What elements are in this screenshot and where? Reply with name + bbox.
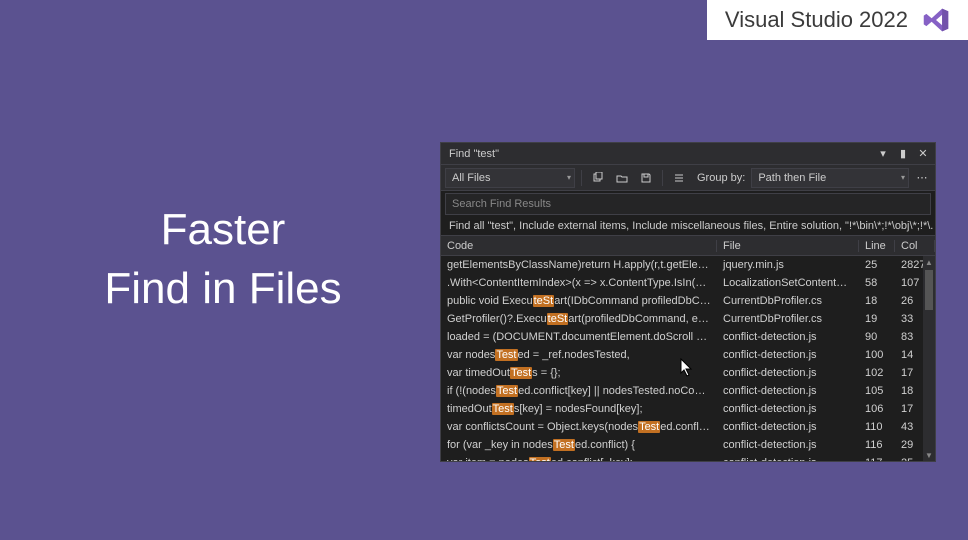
- table-row[interactable]: loaded = (DOCUMENT.documentElement.doScr…: [441, 328, 935, 346]
- cell-line: 117: [859, 457, 895, 461]
- table-row[interactable]: var conflictsCount = Object.keys(nodesTe…: [441, 418, 935, 436]
- filter-dropdown-value: All Files: [452, 172, 491, 184]
- cell-file: conflict-detection.js: [717, 439, 859, 451]
- col-file[interactable]: File: [717, 240, 859, 252]
- scroll-down-icon[interactable]: ▼: [923, 449, 935, 461]
- highlight: Test: [492, 403, 514, 415]
- save-icon[interactable]: [636, 168, 656, 188]
- scrollbar[interactable]: ▲ ▼: [923, 256, 935, 461]
- cell-line: 58: [859, 277, 895, 289]
- cell-file: conflict-detection.js: [717, 421, 859, 433]
- table-row[interactable]: var item = nodesTested.conflict[_key];co…: [441, 454, 935, 461]
- separator: [581, 170, 582, 186]
- cell-file: LocalizationSetContentPic…: [717, 277, 859, 289]
- cell-line: 19: [859, 313, 895, 325]
- cell-code: getElementsByClassName)return H.apply(r,…: [441, 259, 717, 271]
- highlight: Test: [510, 367, 532, 379]
- cell-code: var nodesTested = _ref.nodesTested,: [441, 349, 717, 361]
- group-by-dropdown[interactable]: Path then File: [751, 168, 909, 188]
- highlight: Test: [553, 439, 575, 451]
- cell-file: conflict-detection.js: [717, 349, 859, 361]
- cell-file: jquery.min.js: [717, 259, 859, 271]
- table-row[interactable]: public void ExecuteStart(IDbCommand prof…: [441, 292, 935, 310]
- filter-dropdown[interactable]: All Files: [445, 168, 575, 188]
- cell-line: 106: [859, 403, 895, 415]
- table-row[interactable]: getElementsByClassName)return H.apply(r,…: [441, 256, 935, 274]
- headline-line2: Find in Files: [48, 259, 398, 318]
- open-file-icon[interactable]: [612, 168, 632, 188]
- separator: [662, 170, 663, 186]
- results-table: Code File Line Col getElementsByClassNam…: [441, 236, 935, 461]
- cell-file: CurrentDbProfiler.cs: [717, 313, 859, 325]
- visual-studio-icon: [922, 6, 950, 34]
- pin-icon[interactable]: ▮: [895, 146, 911, 162]
- copy-icon[interactable]: [588, 168, 608, 188]
- cell-line: 18: [859, 295, 895, 307]
- highlight: teSt: [533, 295, 555, 307]
- cell-file: conflict-detection.js: [717, 385, 859, 397]
- highlight: Test: [529, 457, 551, 461]
- highlight: Test: [495, 349, 517, 361]
- cell-file: conflict-detection.js: [717, 457, 859, 461]
- col-line[interactable]: Line: [859, 240, 895, 252]
- cell-code: timedOutTests[key] = nodesFound[key];: [441, 403, 717, 415]
- cell-file: conflict-detection.js: [717, 367, 859, 379]
- list-view-icon[interactable]: [669, 168, 689, 188]
- window-menu-icon[interactable]: ▾: [875, 146, 891, 162]
- cell-code: var item = nodesTested.conflict[_key];: [441, 457, 717, 461]
- table-row[interactable]: var nodesTested = _ref.nodesTested,confl…: [441, 346, 935, 364]
- table-row[interactable]: var timedOutTests = {};conflict-detectio…: [441, 364, 935, 382]
- table-row[interactable]: if (!(nodesTested.conflict[key] || nodes…: [441, 382, 935, 400]
- cell-line: 110: [859, 421, 895, 433]
- group-by-value: Path then File: [758, 172, 826, 184]
- vs-badge-label: Visual Studio 2022: [725, 7, 908, 33]
- table-row[interactable]: GetProfiler()?.ExecuteStart(profiledDbCo…: [441, 310, 935, 328]
- cell-code: for (var _key in nodesTested.conflict) {: [441, 439, 717, 451]
- cell-line: 102: [859, 367, 895, 379]
- table-header: Code File Line Col: [441, 236, 935, 256]
- headline-line1: Faster: [48, 200, 398, 259]
- cell-file: CurrentDbProfiler.cs: [717, 295, 859, 307]
- cell-file: conflict-detection.js: [717, 331, 859, 343]
- find-results-window: Find "test" ▾ ▮ ✕ All Files Group by: Pa…: [440, 142, 936, 462]
- vs-badge: Visual Studio 2022: [707, 0, 968, 40]
- cell-code: var timedOutTests = {};: [441, 367, 717, 379]
- col-col[interactable]: Col: [895, 240, 935, 252]
- cell-line: 105: [859, 385, 895, 397]
- cell-line: 90: [859, 331, 895, 343]
- scroll-thumb[interactable]: [925, 270, 933, 310]
- cell-code: loaded = (DOCUMENT.documentElement.doScr…: [441, 331, 717, 343]
- cell-line: 25: [859, 259, 895, 271]
- search-input[interactable]: Search Find Results: [445, 193, 931, 215]
- cell-code: if (!(nodesTested.conflict[key] || nodes…: [441, 385, 717, 397]
- headline: Faster Find in Files: [48, 200, 398, 319]
- close-icon[interactable]: ✕: [915, 146, 931, 162]
- highlight: Test: [638, 421, 660, 433]
- cell-code: public void ExecuteStart(IDbCommand prof…: [441, 295, 717, 307]
- highlight: Test: [496, 385, 518, 397]
- table-row[interactable]: for (var _key in nodesTested.conflict) {…: [441, 436, 935, 454]
- col-code[interactable]: Code: [441, 240, 717, 252]
- toolbar: All Files Group by: Path then File ⋯: [441, 165, 935, 191]
- table-row[interactable]: .With<ContentItemIndex>(x => x.ContentTy…: [441, 274, 935, 292]
- table-row[interactable]: timedOutTests[key] = nodesFound[key];con…: [441, 400, 935, 418]
- scroll-up-icon[interactable]: ▲: [923, 256, 935, 268]
- cell-file: conflict-detection.js: [717, 403, 859, 415]
- cell-line: 116: [859, 439, 895, 451]
- cell-code: GetProfiler()?.ExecuteStart(profiledDbCo…: [441, 313, 717, 325]
- cell-line: 100: [859, 349, 895, 361]
- titlebar: Find "test" ▾ ▮ ✕: [441, 143, 935, 165]
- results-summary: Find all "test", Include external items,…: [441, 217, 935, 236]
- group-by-label: Group by:: [693, 172, 747, 184]
- table-body: getElementsByClassName)return H.apply(r,…: [441, 256, 935, 461]
- search-placeholder: Search Find Results: [452, 198, 551, 210]
- window-title: Find "test": [449, 148, 871, 160]
- highlight: teSt: [547, 313, 569, 325]
- cell-code: .With<ContentItemIndex>(x => x.ContentTy…: [441, 277, 717, 289]
- cell-code: var conflictsCount = Object.keys(nodesTe…: [441, 421, 717, 433]
- overflow-menu-icon[interactable]: ⋯: [913, 171, 931, 184]
